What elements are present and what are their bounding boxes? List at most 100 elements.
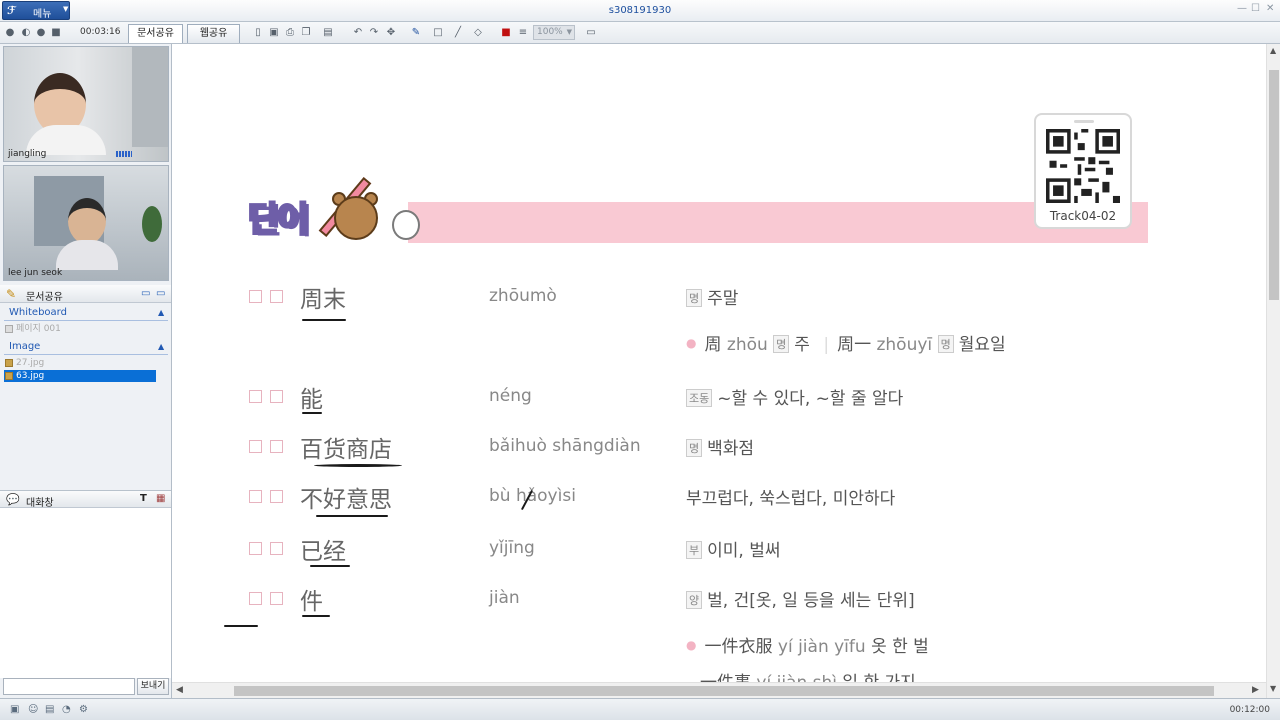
scroll-left-icon[interactable]: ◀ xyxy=(176,685,183,695)
speaker-icon[interactable]: ◐ xyxy=(20,27,32,39)
torso xyxy=(56,240,118,270)
whiteboard-page-label: 페이지 001 xyxy=(16,324,61,334)
bunny-illustration xyxy=(392,210,420,240)
bear-illustration xyxy=(334,196,378,240)
vocab-meaning: 조동 ~할 수 있다, ~할 줄 알다 xyxy=(686,384,903,409)
vocab-meaning: 명 주말 xyxy=(686,284,738,309)
chat-input[interactable] xyxy=(3,678,135,695)
horizontal-scrollbar[interactable]: ◀ ▶ xyxy=(172,682,1266,698)
checkbox[interactable] xyxy=(270,542,283,555)
list-view-icon[interactable]: ▭ xyxy=(141,288,150,299)
document-icon[interactable]: ▤ xyxy=(45,704,56,715)
example-pinyin: yí jiàn yīfu xyxy=(777,637,866,657)
checkbox[interactable] xyxy=(270,592,283,605)
example-meaning: 옷 한 벌 xyxy=(871,637,929,657)
ink-underline xyxy=(314,464,402,467)
chat-bubble-icon: 💬 xyxy=(6,493,20,506)
vocab-hanzi: 能 xyxy=(300,387,323,413)
scroll-down-icon[interactable]: ▼ xyxy=(1270,684,1276,693)
copy-icon[interactable]: ❐ xyxy=(300,27,312,39)
send-button[interactable]: 보내기 xyxy=(137,678,169,695)
undo-icon[interactable]: ↶ xyxy=(352,27,364,39)
avatar xyxy=(68,198,106,244)
vocab-pinyin: bǎihuò shāngdiàn xyxy=(489,436,641,456)
eraser-icon[interactable]: ◇ xyxy=(472,27,484,39)
pen-icon[interactable]: ✎ xyxy=(410,27,422,39)
line-icon[interactable]: ╱ xyxy=(452,27,464,39)
checkbox[interactable] xyxy=(270,390,283,403)
color-picker-icon[interactable]: ■ xyxy=(500,27,512,39)
monitor-icon[interactable]: ▭ xyxy=(585,27,597,39)
participant-name: jiangling xyxy=(8,149,47,159)
meaning-text: 주말 xyxy=(707,289,739,309)
plant xyxy=(142,206,162,242)
checkbox[interactable] xyxy=(249,592,262,605)
image-file-icon xyxy=(5,359,13,367)
vocab-row: 能 néng 조동 ~할 수 있다, ~할 줄 알다 xyxy=(172,386,1262,426)
image-file-item[interactable]: 27.jpg xyxy=(4,357,156,369)
close-icon[interactable]: ✕ xyxy=(1266,3,1274,14)
checkbox[interactable] xyxy=(270,290,283,303)
image-file-item-selected[interactable]: 63.jpg xyxy=(4,370,156,382)
mic-icon[interactable]: ● xyxy=(4,27,16,39)
meaning-text: 벌, 건[옷, 일 등을 세는 단위] xyxy=(707,591,915,611)
save-icon[interactable]: ▣ xyxy=(268,27,280,39)
bullet-icon: ● xyxy=(686,336,697,350)
checkbox[interactable] xyxy=(270,490,283,503)
monitor-icon[interactable]: ▣ xyxy=(10,704,21,715)
ink-underline xyxy=(302,319,346,321)
pos-tag: 조동 xyxy=(686,389,713,407)
ink-underline xyxy=(310,565,350,567)
scroll-right-icon[interactable]: ▶ xyxy=(1252,685,1259,695)
rectangle-icon[interactable]: □ xyxy=(432,27,444,39)
qr-card[interactable]: Track04-02 xyxy=(1034,113,1132,229)
tab-doc-share[interactable]: 문서공유 xyxy=(128,24,183,43)
user-icon[interactable]: ☺ xyxy=(28,704,39,715)
settings-icon[interactable]: ⚙ xyxy=(79,704,90,715)
whiteboard-page-item[interactable]: 페이지 001 xyxy=(4,323,156,335)
redo-icon[interactable]: ↷ xyxy=(368,27,380,39)
new-page-icon[interactable]: ▯ xyxy=(252,27,264,39)
window-frame xyxy=(132,47,168,147)
line-width-icon[interactable]: ≡ xyxy=(517,27,529,39)
sidebar: jiangling lee jun seok ✎ 문서공유 ▭ ▭ Whiteb… xyxy=(0,44,172,698)
example-hanzi: 周 xyxy=(704,335,722,355)
record-icon[interactable]: ● xyxy=(35,27,47,39)
document-canvas[interactable]: 단어 단어 Track04-02 周末 zhōumò 명주말 ● 周 zhōu … xyxy=(172,44,1280,698)
checkbox[interactable] xyxy=(249,290,262,303)
ink-underline xyxy=(302,412,322,414)
maximize-icon[interactable]: ☐ xyxy=(1251,3,1260,14)
example-meaning: 월요일 xyxy=(958,335,1006,355)
thumbnail-view-icon[interactable]: ▭ xyxy=(156,288,165,299)
font-icon[interactable]: T xyxy=(140,493,147,504)
pos-tag: 명 xyxy=(937,335,954,353)
zoom-value: 100% xyxy=(537,27,563,37)
clear-chat-icon[interactable]: ▦ xyxy=(156,493,165,504)
chat-title: 대화창 xyxy=(26,498,54,509)
stop-icon[interactable]: ■ xyxy=(50,27,62,39)
chevron-up-icon[interactable]: ▲ xyxy=(158,308,164,317)
checkbox[interactable] xyxy=(249,490,262,503)
image-section-label[interactable]: Image xyxy=(9,341,40,352)
print-icon[interactable]: ⎙ xyxy=(284,27,296,39)
scroll-thumb[interactable] xyxy=(234,686,1214,696)
vocab-hanzi: 已经 xyxy=(300,539,346,565)
zoom-select[interactable]: 100% ▼ xyxy=(533,25,575,40)
checkbox[interactable] xyxy=(270,440,283,453)
vertical-scrollbar[interactable]: ▲ ▼ xyxy=(1266,44,1280,698)
divider xyxy=(4,320,168,321)
chat-icon[interactable]: ◔ xyxy=(62,704,73,715)
checkbox[interactable] xyxy=(249,440,262,453)
checkbox[interactable] xyxy=(249,390,262,403)
checkbox[interactable] xyxy=(249,542,262,555)
minimize-icon[interactable]: — xyxy=(1237,3,1247,14)
capture-icon[interactable]: ▤ xyxy=(322,27,334,39)
move-icon[interactable]: ✥ xyxy=(385,27,397,39)
window-title: s308191930 xyxy=(608,5,672,16)
tab-web-share[interactable]: 웹공유 xyxy=(187,24,240,43)
chevron-up-icon[interactable]: ▲ xyxy=(158,342,164,351)
whiteboard-section-label[interactable]: Whiteboard xyxy=(9,307,67,318)
scroll-thumb[interactable] xyxy=(1269,70,1279,300)
scroll-up-icon[interactable]: ▲ xyxy=(1270,46,1276,55)
session-timer: 00:03:16 xyxy=(80,27,121,37)
